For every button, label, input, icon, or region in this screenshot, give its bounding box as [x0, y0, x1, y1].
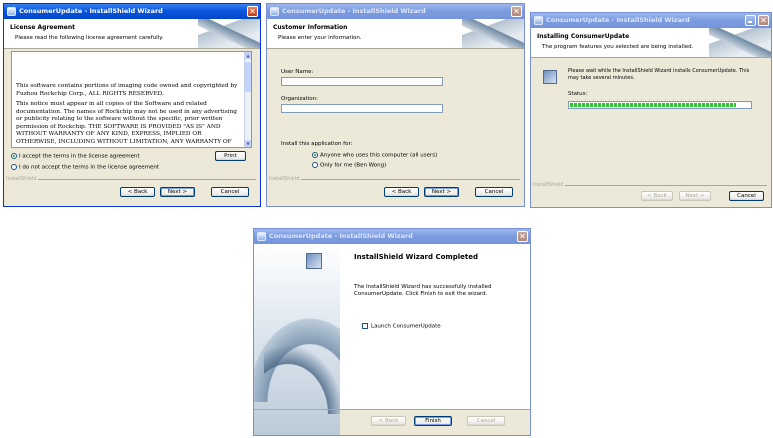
scroll-thumb[interactable] [245, 62, 251, 92]
close-button[interactable]: ✕ [517, 231, 528, 242]
only-me-radio[interactable]: Only for me (Ben Wong) [312, 162, 386, 169]
finish-button[interactable]: Finish [414, 416, 452, 426]
scroll-up-icon[interactable]: ▲ [245, 52, 251, 59]
install-message: Please wait while the InstallShield Wiza… [568, 68, 750, 81]
back-button[interactable]: < Back [384, 187, 419, 197]
close-button[interactable]: ✕ [247, 6, 258, 17]
progress-fill [570, 103, 736, 107]
accept-label: I accept the terms in the license agreem… [19, 153, 140, 160]
title-bar[interactable]: ConsumerUpdate - InstallShield Wizard ✕ [267, 4, 524, 19]
wizard-body: InstallShield Wizard Completed The Insta… [254, 244, 530, 435]
next-button[interactable]: Next > [679, 191, 711, 201]
launch-checkbox[interactable]: Launch ConsumerUpdate [362, 323, 441, 330]
back-button[interactable]: < Back [371, 416, 406, 426]
scroll-down-icon[interactable]: ▼ [245, 140, 251, 147]
customer-info-window: ConsumerUpdate - InstallShield Wizard ✕ … [266, 3, 525, 207]
install-package-icon [306, 253, 322, 269]
license-paragraph: This software contains portions of imagi… [16, 83, 238, 97]
header-graphic [709, 28, 771, 57]
wizard-body: User Name: Organization: Install this ap… [267, 49, 524, 206]
side-graphic [254, 244, 340, 435]
license-text: This software contains portions of imagi… [16, 83, 241, 147]
installshield-brand: InstallShield [533, 182, 566, 188]
title-bar[interactable]: ConsumerUpdate - InstallShield Wizard ✕ [4, 4, 260, 19]
radio-icon[interactable] [11, 164, 17, 170]
license-paragraph: This notice must appear in all copies of… [16, 101, 237, 145]
title-bar[interactable]: ConsumerUpdate - InstallShield Wizard ✕ [254, 229, 530, 244]
wizard-body: This software contains portions of imagi… [4, 49, 260, 206]
footer-divider [6, 179, 256, 180]
cancel-button[interactable]: Cancel [467, 416, 505, 426]
installer-icon [270, 7, 279, 16]
checkbox-icon[interactable] [362, 323, 368, 329]
print-button[interactable]: Print [215, 151, 246, 161]
launch-label: Launch ConsumerUpdate [371, 323, 441, 330]
radio-selected-icon[interactable] [312, 152, 318, 158]
cancel-button[interactable]: Cancel [729, 191, 764, 201]
license-window: ConsumerUpdate - InstallShield Wizard ✕ … [3, 3, 261, 207]
all-users-label: Anyone who uses this computer (all users… [320, 152, 438, 159]
decline-radio[interactable]: I do not accept the terms in the license… [11, 164, 159, 171]
decline-label: I do not accept the terms in the license… [19, 164, 160, 171]
install-package-icon [543, 70, 557, 84]
window-title: ConsumerUpdate - InstallShield Wizard [269, 232, 413, 240]
back-button[interactable]: < Back [641, 191, 673, 201]
install-progress-bar [568, 101, 752, 109]
back-button[interactable]: < Back [120, 187, 155, 197]
footer-divider [533, 185, 767, 186]
license-textbox[interactable]: This software contains portions of imagi… [11, 51, 252, 148]
completed-window: ConsumerUpdate - InstallShield Wizard ✕ … [253, 228, 531, 436]
footer-divider [269, 179, 520, 180]
title-bar[interactable]: ConsumerUpdate - InstallShield Wizard ✕ [531, 13, 771, 28]
header-title: Customer Information [273, 24, 348, 31]
all-users-radio[interactable]: Anyone who uses this computer (all users… [312, 152, 437, 159]
cancel-button[interactable]: Cancel [211, 187, 249, 197]
window-title: ConsumerUpdate - InstallShield Wizard [282, 7, 426, 15]
status-label: Status: [568, 91, 588, 97]
installshield-brand: InstallShield [6, 176, 39, 182]
header-title: Installing ConsumerUpdate [537, 33, 630, 40]
installer-icon [7, 7, 16, 16]
completion-content: InstallShield Wizard Completed The Insta… [340, 244, 530, 409]
user-name-input[interactable] [281, 77, 443, 86]
minimize-button[interactable] [745, 15, 756, 26]
wizard-body: Please wait while the InstallShield Wiza… [531, 58, 771, 207]
organization-label: Organization: [281, 96, 319, 102]
header-subtitle: Please enter your information. [278, 35, 362, 41]
organization-input[interactable] [281, 104, 443, 113]
installshield-brand: InstallShield [269, 176, 302, 182]
window-title: ConsumerUpdate - InstallShield Wizard [546, 16, 690, 24]
completion-heading: InstallShield Wizard Completed [354, 253, 478, 261]
only-me-label: Only for me (Ben Wong) [320, 162, 387, 169]
next-button[interactable]: Next > [424, 187, 459, 197]
user-name-label: User Name: [281, 69, 314, 75]
wizard-header: Customer Information Please enter your i… [267, 19, 524, 49]
tent-graphic [264, 344, 340, 414]
close-button[interactable]: ✕ [511, 6, 522, 17]
footer-divider [254, 409, 530, 410]
close-button[interactable]: ✕ [758, 15, 769, 26]
radio-icon[interactable] [312, 162, 318, 168]
install-for-label: Install this application for: [281, 141, 353, 147]
accept-radio[interactable]: I accept the terms in the license agreem… [11, 153, 140, 160]
header-graphic [198, 19, 260, 48]
header-subtitle: Please read the following license agreem… [15, 35, 164, 41]
cancel-button[interactable]: Cancel [475, 187, 513, 197]
installer-icon [257, 232, 266, 241]
vertical-scrollbar[interactable]: ▲ ▼ [244, 52, 251, 147]
header-graphic [462, 19, 524, 48]
installing-window: ConsumerUpdate - InstallShield Wizard ✕ … [530, 12, 772, 208]
wizard-header: License Agreement Please read the follow… [4, 19, 260, 49]
header-subtitle: The program features you selected are be… [542, 44, 694, 50]
completion-message: The InstallShield Wizard has successfull… [354, 284, 492, 297]
window-title: ConsumerUpdate - InstallShield Wizard [19, 7, 163, 15]
installer-icon [534, 16, 543, 25]
radio-selected-icon[interactable] [11, 153, 17, 159]
next-button[interactable]: Next > [160, 187, 195, 197]
wizard-header: Installing ConsumerUpdate The program fe… [531, 28, 771, 58]
header-title: License Agreement [10, 24, 76, 31]
